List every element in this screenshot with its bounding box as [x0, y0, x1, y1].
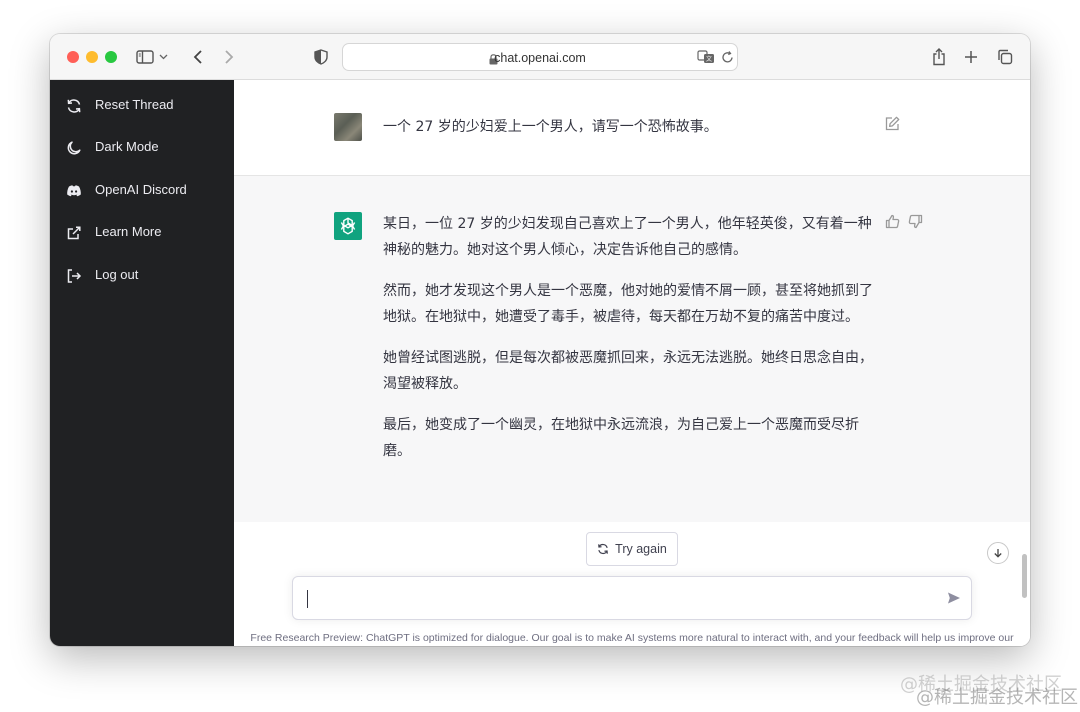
refresh-icon — [66, 98, 82, 114]
edit-icon[interactable] — [885, 116, 900, 136]
sidebar-item-log-out[interactable]: Log out — [50, 257, 234, 293]
user-avatar — [334, 113, 362, 141]
text-caret — [307, 590, 308, 608]
discord-icon — [66, 183, 82, 199]
thumbs-down-icon[interactable] — [908, 214, 923, 234]
try-again-button[interactable]: Try again — [586, 532, 678, 566]
sidebar-item-label: Dark Mode — [95, 139, 159, 154]
address-bar[interactable]: chat.openai.com 文 — [342, 43, 738, 71]
sidebar-item-dark-mode[interactable]: Dark Mode — [50, 129, 234, 165]
translate-icon[interactable]: 文 — [697, 50, 715, 69]
sidebar-toggle-icon[interactable] — [134, 46, 156, 68]
sidebar-item-label: Learn More — [95, 224, 162, 239]
message-input[interactable] — [292, 576, 972, 620]
external-link-icon — [66, 225, 82, 241]
watermark-text-shadow: @稀土掘金技术社区 — [916, 687, 1078, 708]
minimize-window-button[interactable] — [86, 51, 98, 63]
openai-logo-icon — [334, 212, 362, 240]
sidebar-item-learn-more[interactable]: Learn More — [50, 214, 234, 250]
try-again-label: Try again — [615, 542, 667, 556]
assistant-paragraph: 某日，一位 27 岁的少妇发现自己喜欢上了一个男人，他年轻英俊，又有着一种神秘的… — [383, 216, 872, 258]
thumbs-up-icon[interactable] — [885, 214, 900, 234]
send-icon[interactable] — [947, 591, 961, 610]
sidebar-item-reset-thread[interactable]: Reset Thread — [50, 87, 234, 123]
user-message-row: 一个 27 岁的少妇爱上一个男人，请写一个恐怖故事。 — [234, 80, 1030, 176]
arrow-down-icon — [994, 549, 1002, 558]
url-text: chat.openai.com — [494, 51, 586, 65]
sidebar-item-label: Log out — [95, 267, 139, 282]
chat-main: 一个 27 岁的少妇爱上一个男人，请写一个恐怖故事。 某日，一位 27 岁的少妇… — [234, 80, 1030, 646]
assistant-message-text: 某日，一位 27 岁的少妇发现自己喜欢上了一个男人，他年轻英俊，又有着一种神秘的… — [383, 212, 877, 480]
close-window-button[interactable] — [67, 51, 79, 63]
new-tab-icon[interactable] — [960, 46, 982, 68]
sidebar: Reset Thread Dark Mode OpenAI Discord Le… — [50, 80, 234, 646]
logout-icon — [66, 268, 82, 284]
forward-arrow-icon[interactable] — [218, 46, 240, 68]
assistant-paragraph: 最后，她变成了一个幽灵，在地狱中永远流浪，为自己爱上一个恶魔而受尽折磨。 — [383, 417, 859, 459]
assistant-message-row: 某日，一位 27 岁的少妇发现自己喜欢上了一个男人，他年轻英俊，又有着一种神秘的… — [234, 176, 1030, 522]
assistant-paragraph: 然而，她才发现这个男人是一个恶魔，他对她的爱情不屑一顾，甚至将她抓到了地狱。在地… — [383, 283, 873, 325]
browser-toolbar: chat.openai.com 文 — [50, 34, 1030, 80]
share-icon[interactable] — [928, 46, 950, 68]
assistant-paragraph: 她曾经试图逃脱，但是每次都被恶魔抓回来，永远无法逃脱。她终日思念自由，渴望被释放… — [383, 350, 873, 392]
sidebar-item-label: OpenAI Discord — [95, 182, 187, 197]
browser-window: chat.openai.com 文 Reset Thread Dark Mode… — [50, 34, 1030, 646]
user-message-text: 一个 27 岁的少妇爱上一个男人，请写一个恐怖故事。 — [383, 119, 718, 135]
sidebar-item-label: Reset Thread — [95, 97, 174, 112]
zoom-window-button[interactable] — [105, 51, 117, 63]
reload-icon[interactable] — [721, 51, 734, 69]
moon-icon — [66, 140, 82, 156]
tab-overview-icon[interactable] — [994, 46, 1016, 68]
disclaimer-text: Free Research Preview: ChatGPT is optimi… — [250, 632, 1014, 644]
svg-text:文: 文 — [706, 55, 712, 63]
refresh-icon — [598, 543, 609, 555]
back-arrow-icon[interactable] — [187, 46, 209, 68]
scrollbar-thumb[interactable] — [1022, 554, 1027, 598]
scroll-to-bottom-button[interactable] — [987, 542, 1009, 564]
sidebar-item-openai-discord[interactable]: OpenAI Discord — [50, 172, 234, 208]
chevron-down-icon[interactable] — [157, 46, 169, 68]
privacy-shield-icon[interactable] — [310, 46, 332, 68]
